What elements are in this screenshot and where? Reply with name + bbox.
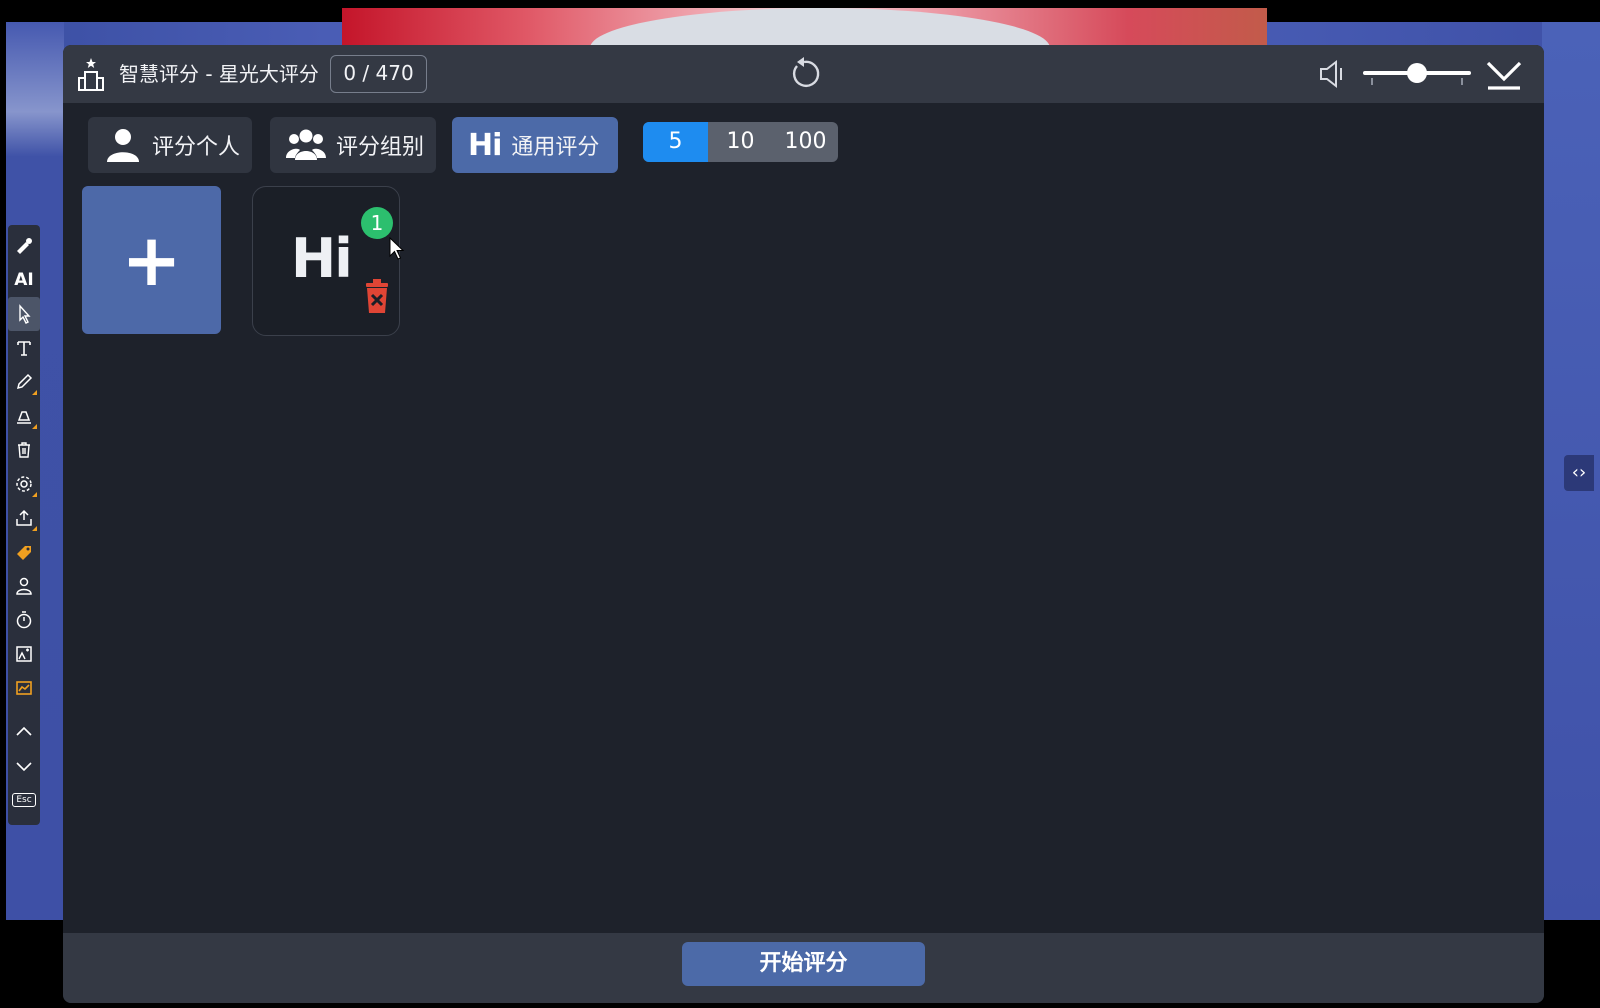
score-count: 0 / 470 (330, 55, 427, 93)
pen-icon[interactable] (8, 365, 40, 399)
export-icon[interactable] (8, 501, 40, 535)
side-panel-toggle-icon[interactable]: ‹› (1564, 455, 1594, 491)
person-icon[interactable] (8, 569, 40, 603)
tab-individual[interactable]: 评分个人 (88, 117, 252, 173)
title-bar: 智慧评分 - 星光大评分 0 / 470 (63, 45, 1544, 103)
person-icon (104, 126, 142, 164)
scale-option-100[interactable]: 100 (773, 122, 838, 162)
hi-icon: Hi (468, 127, 502, 163)
timer-icon[interactable] (8, 603, 40, 637)
image-icon[interactable] (8, 637, 40, 671)
ai-label: AI (14, 270, 34, 290)
volume-slider[interactable] (1363, 59, 1475, 89)
chevron-up-icon[interactable] (8, 715, 40, 749)
dialog-title: 智慧评分 - 星光大评分 (119, 62, 319, 86)
settings-icon[interactable] (8, 467, 40, 501)
trash-icon[interactable] (8, 433, 40, 467)
score-scale-selector: 5 10 100 (643, 122, 838, 162)
tab-label: 评分组别 (336, 135, 425, 160)
tag-icon[interactable] (8, 535, 40, 569)
ai-icon[interactable]: AI (8, 263, 40, 297)
tab-group[interactable]: 评分组别 (270, 117, 436, 173)
dialog-footer: 开始评分 (63, 933, 1544, 1003)
scale-option-10[interactable]: 10 (708, 122, 773, 162)
tab-general[interactable]: Hi 通用评分 (452, 117, 618, 173)
volume-tick (1371, 78, 1373, 85)
scoring-item-card[interactable]: Hi 1 (252, 186, 400, 336)
tab-label: 通用评分 (511, 135, 600, 160)
esc-label: Esc (12, 793, 36, 807)
esc-icon[interactable]: Esc (8, 783, 40, 817)
refresh-icon[interactable] (788, 56, 824, 92)
podium-icon (78, 58, 104, 91)
group-icon (286, 126, 326, 164)
plus-icon: + (121, 218, 182, 302)
add-item-button[interactable]: + (82, 186, 221, 334)
scale-option-5[interactable]: 5 (643, 122, 708, 162)
cursor-icon[interactable] (8, 297, 40, 331)
chart-icon[interactable] (8, 671, 40, 705)
tab-label: 评分个人 (152, 135, 241, 160)
collapse-down-icon[interactable] (1485, 55, 1523, 93)
delete-icon[interactable] (362, 276, 392, 314)
item-count-badge: 1 (361, 207, 393, 239)
speaker-icon[interactable] (1317, 58, 1349, 90)
left-toolbar: AI Esc (8, 225, 40, 825)
start-scoring-button[interactable]: 开始评分 (682, 942, 925, 986)
laser-pointer-icon[interactable] (8, 229, 40, 263)
item-label: Hi (291, 227, 353, 290)
text-icon[interactable] (8, 331, 40, 365)
volume-thumb[interactable] (1407, 63, 1427, 83)
chevron-down-icon[interactable] (8, 749, 40, 783)
volume-tick (1461, 78, 1463, 85)
scoring-dialog: 智慧评分 - 星光大评分 0 / 470 评分个人 评分组别 Hi 通用评分 5… (63, 45, 1544, 1003)
eraser-icon[interactable] (8, 399, 40, 433)
mouse-cursor-icon (389, 237, 405, 260)
